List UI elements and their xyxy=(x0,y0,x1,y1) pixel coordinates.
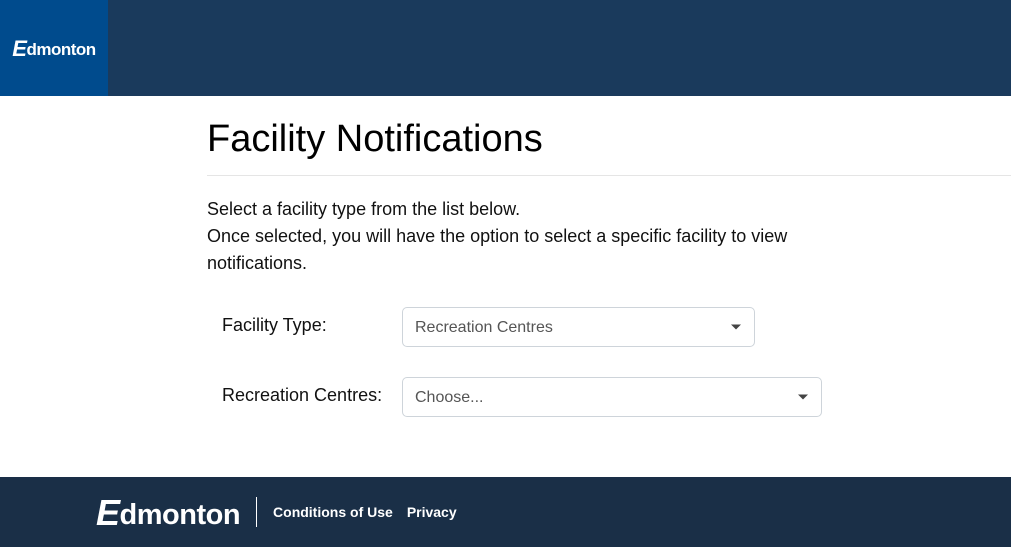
facility-type-row: Facility Type: Recreation Centres xyxy=(207,307,1011,347)
privacy-link[interactable]: Privacy xyxy=(407,504,457,520)
conditions-of-use-link[interactable]: Conditions of Use xyxy=(273,504,393,520)
facility-type-select[interactable]: Recreation Centres xyxy=(402,307,755,347)
footer-logo: Edmonton xyxy=(96,491,240,533)
recreation-centres-row: Recreation Centres: Choose... xyxy=(207,377,1011,417)
instructions-line-1: Select a facility type from the list bel… xyxy=(207,199,520,219)
header: Edmonton xyxy=(0,0,1011,96)
recreation-centres-select[interactable]: Choose... xyxy=(402,377,822,417)
main-content: Facility Notifications Select a facility… xyxy=(0,96,1011,477)
footer-links: Conditions of Use Privacy xyxy=(273,504,457,520)
footer: Edmonton Conditions of Use Privacy xyxy=(0,477,1011,547)
instructions-line-2: Once selected, you will have the option … xyxy=(207,226,787,273)
instructions: Select a facility type from the list bel… xyxy=(207,196,847,277)
facility-type-label: Facility Type: xyxy=(222,307,402,338)
footer-divider xyxy=(256,497,257,527)
header-logo-box[interactable]: Edmonton xyxy=(0,0,108,96)
header-logo: Edmonton xyxy=(12,35,95,61)
recreation-centres-label: Recreation Centres: xyxy=(222,377,402,408)
page-title: Facility Notifications xyxy=(207,118,1011,176)
